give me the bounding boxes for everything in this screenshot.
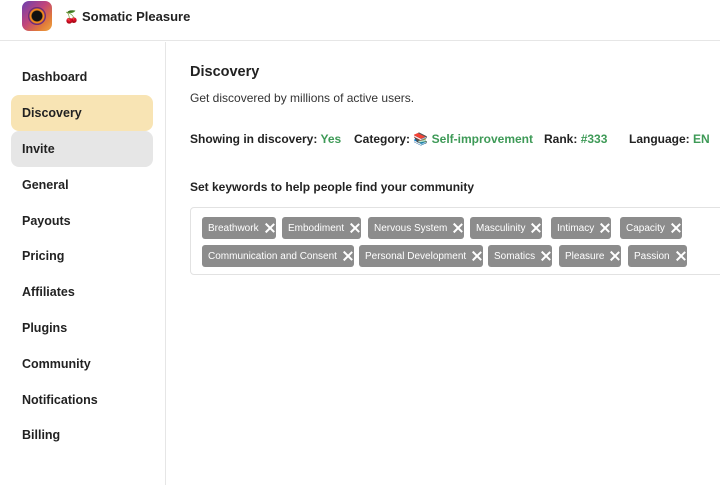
keyword-tag: Nervous System (368, 217, 465, 239)
keyword-tag-label: Passion (634, 250, 670, 262)
keyword-tag: Breathwork (202, 217, 276, 239)
stat-category: Category: 📚 Self-improvement (354, 132, 533, 146)
stat-rank: Rank: #333 (544, 132, 607, 146)
cherry-emoji-icon: 🍒 (64, 10, 79, 24)
keywords-label: Set keywords to help people find your co… (190, 180, 475, 194)
remove-tag-icon[interactable] (452, 222, 464, 234)
remove-tag-icon[interactable] (264, 222, 276, 234)
keyword-tag-label: Masculinity (476, 222, 526, 234)
keyword-tag: Embodiment (282, 217, 362, 239)
sidebar-item-community[interactable]: Community (11, 346, 153, 382)
books-emoji-icon: 📚 (413, 132, 429, 146)
sidebar-item-payouts[interactable]: Payouts (11, 203, 153, 239)
keyword-tag-label: Embodiment (288, 222, 345, 234)
keyword-tag-label: Pleasure (565, 250, 605, 262)
sidebar-item-dashboard[interactable]: Dashboard (11, 59, 153, 95)
remove-tag-icon[interactable] (530, 222, 542, 234)
keywords-input[interactable]: Breathwork Embodiment Nervous System Mas… (190, 207, 720, 275)
page-title: Discovery (190, 64, 260, 80)
page-subtitle: Get discovered by millions of active use… (190, 91, 415, 105)
sidebar-item-affiliates[interactable]: Affiliates (11, 274, 153, 310)
remove-tag-icon[interactable] (540, 250, 552, 262)
community-title[interactable]: 🍒 Somatic Pleasure (64, 9, 190, 24)
stat-showing: Showing in discovery: Yes (190, 132, 341, 146)
sidebar-item-pricing[interactable]: Pricing (11, 238, 153, 274)
stat-showing-label: Showing in discovery: (190, 132, 318, 146)
keyword-tag-label: Breathwork (208, 222, 259, 234)
remove-tag-icon[interactable] (599, 222, 611, 234)
stat-rank-value: #333 (580, 132, 608, 146)
keyword-tag-label: Personal Development (365, 250, 467, 262)
stat-language-label: Language: (629, 132, 690, 146)
remove-tag-icon[interactable] (670, 222, 682, 234)
keyword-tag-label: Communication and Consent (208, 250, 337, 262)
sidebar-item-billing[interactable]: Billing (11, 417, 153, 453)
stat-showing-value: Yes (320, 132, 342, 146)
keyword-tag-label: Nervous System (374, 222, 448, 234)
remove-tag-icon[interactable] (349, 222, 361, 234)
remove-tag-icon[interactable] (609, 250, 621, 262)
keyword-tag: Intimacy (551, 217, 612, 239)
keyword-tag: Personal Development (359, 245, 484, 267)
stat-category-label: Category: (354, 132, 411, 146)
keyword-tag: Somatics (488, 245, 553, 267)
keyword-tag-label: Somatics (494, 250, 536, 262)
discovery-panel: Discovery Get discovered by millions of … (190, 42, 720, 485)
stat-language: Language: EN (629, 132, 710, 146)
keyword-tag: Capacity (620, 217, 682, 239)
keyword-tag-label: Intimacy (557, 222, 595, 234)
keyword-tag: Pleasure (559, 245, 622, 267)
settings-sidebar: Dashboard Discovery Invite General Payou… (0, 42, 166, 485)
community-logo[interactable] (22, 1, 52, 31)
community-name: Somatic Pleasure (81, 9, 191, 24)
keyword-tag: Communication and Consent (202, 245, 354, 267)
keyword-tag-label: Capacity (626, 222, 665, 234)
keyword-tag: Masculinity (470, 217, 543, 239)
sidebar-item-plugins[interactable]: Plugins (11, 310, 153, 346)
stat-rank-label: Rank: (544, 132, 578, 146)
sidebar-item-discovery[interactable]: Discovery (11, 95, 153, 131)
sidebar-item-general[interactable]: General (11, 167, 153, 203)
sidebar-item-invite[interactable]: Invite (11, 131, 153, 167)
remove-tag-icon[interactable] (675, 250, 687, 262)
keyword-tag: Passion (628, 245, 687, 267)
logo-ring-icon (28, 7, 46, 25)
sidebar-item-notifications[interactable]: Notifications (11, 382, 153, 418)
stat-category-value: Self-improvement (431, 132, 534, 146)
top-bar: 🍒 Somatic Pleasure (0, 0, 720, 41)
remove-tag-icon[interactable] (471, 250, 483, 262)
stat-language-value: EN (693, 132, 710, 146)
remove-tag-icon[interactable] (342, 250, 354, 262)
